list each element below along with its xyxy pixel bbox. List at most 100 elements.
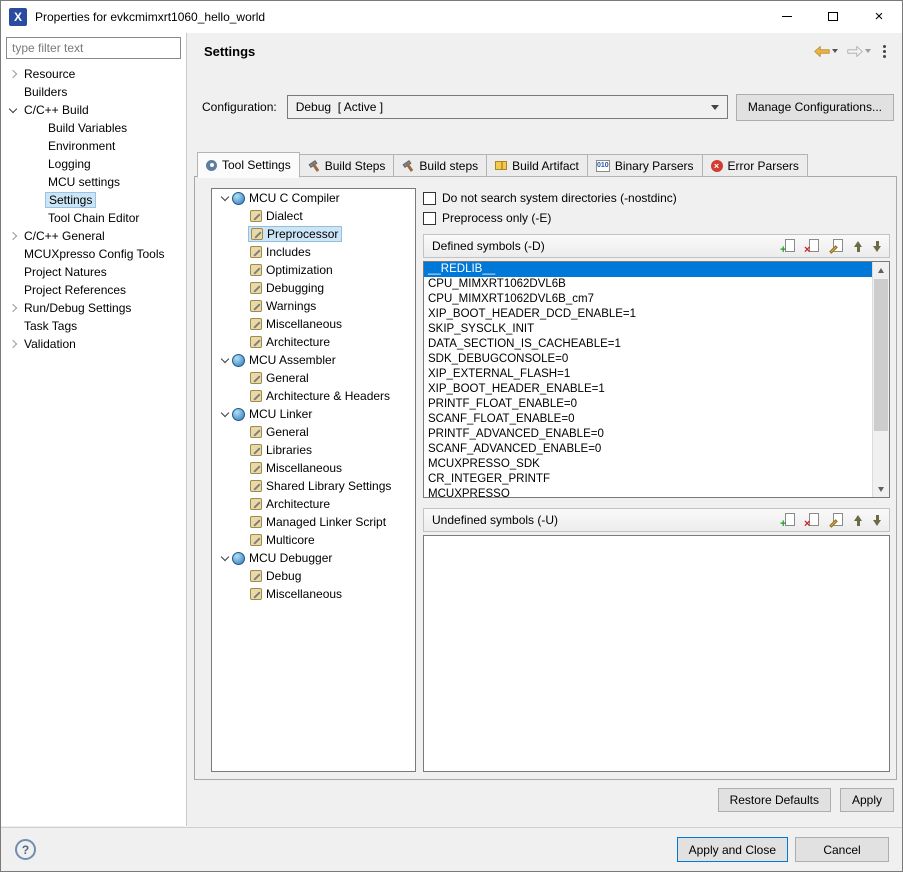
- tool-tree-item-architecture[interactable]: Architecture: [212, 333, 415, 351]
- tool-tree-item-debug[interactable]: Debug: [212, 567, 415, 585]
- tool-tree-item-preprocessor[interactable]: Preprocessor: [212, 225, 415, 243]
- sidebar-item-run-debug-settings[interactable]: Run/Debug Settings: [1, 299, 186, 317]
- tool-tree-item-debugger-miscellaneous[interactable]: Miscellaneous: [212, 585, 415, 603]
- apply-and-close-button[interactable]: Apply and Close: [677, 837, 788, 862]
- scrollbar-thumb[interactable]: [874, 279, 888, 431]
- tool-tree-item-multicore[interactable]: Multicore: [212, 531, 415, 549]
- add-symbol-icon[interactable]: +: [780, 512, 797, 528]
- sidebar-item-tool-chain-editor[interactable]: Tool Chain Editor: [1, 209, 186, 227]
- configuration-combo[interactable]: Debug [ Active ]: [287, 95, 728, 119]
- move-up-icon[interactable]: [852, 512, 864, 528]
- defined-symbol-row[interactable]: SKIP_SYSCLK_INIT: [424, 322, 872, 337]
- tab-error-parsers[interactable]: Error Parsers: [703, 154, 808, 177]
- defined-symbol-row[interactable]: CPU_MIMXRT1062DVL6B: [424, 277, 872, 292]
- defined-symbol-row[interactable]: CR_INTEGER_PRINTF: [424, 472, 872, 487]
- chevron-down-icon[interactable]: [218, 557, 232, 560]
- back-dropdown-icon[interactable]: [832, 49, 838, 53]
- chevron-right-icon[interactable]: [5, 233, 21, 239]
- tool-tree-item-libraries[interactable]: Libraries: [212, 441, 415, 459]
- filter-input[interactable]: [6, 37, 181, 59]
- chevron-right-icon[interactable]: [5, 71, 21, 77]
- chevron-down-icon[interactable]: [5, 109, 21, 112]
- tool-tree-item-debugging[interactable]: Debugging: [212, 279, 415, 297]
- manage-configurations-button[interactable]: Manage Configurations...: [736, 94, 894, 121]
- maximize-button[interactable]: [810, 1, 856, 32]
- chevron-down-icon[interactable]: [218, 413, 232, 416]
- edit-symbol-icon[interactable]: [828, 238, 845, 254]
- delete-symbol-icon[interactable]: ×: [804, 238, 821, 254]
- defined-symbol-row[interactable]: DATA_SECTION_IS_CACHEABLE=1: [424, 337, 872, 352]
- tool-tree-item-linker-general[interactable]: General: [212, 423, 415, 441]
- tool-tree-item-architecture-headers[interactable]: Architecture & Headers: [212, 387, 415, 405]
- chevron-right-icon[interactable]: [5, 341, 21, 347]
- help-icon[interactable]: ?: [15, 839, 36, 860]
- defined-symbol-row[interactable]: XIP_BOOT_HEADER_ENABLE=1: [424, 382, 872, 397]
- sidebar-item-builders[interactable]: Builders: [1, 83, 186, 101]
- preprocess-only-checkbox[interactable]: [423, 212, 436, 225]
- tool-tree-item-warnings[interactable]: Warnings: [212, 297, 415, 315]
- sidebar-item-task-tags[interactable]: Task Tags: [1, 317, 186, 335]
- sidebar-item-project-natures[interactable]: Project Natures: [1, 263, 186, 281]
- sidebar-item-resource[interactable]: Resource: [1, 65, 186, 83]
- back-button[interactable]: [811, 44, 841, 59]
- defined-symbol-row[interactable]: SCANF_ADVANCED_ENABLE=0: [424, 442, 872, 457]
- forward-dropdown-icon[interactable]: [865, 49, 871, 53]
- tool-tree-item-mcu-debugger[interactable]: MCU Debugger: [212, 549, 415, 567]
- sidebar-item-mcuxpresso-config-tools[interactable]: MCUXpresso Config Tools: [1, 245, 186, 263]
- sidebar-item-project-references[interactable]: Project References: [1, 281, 186, 299]
- tool-tree-item-mcu-assembler[interactable]: MCU Assembler: [212, 351, 415, 369]
- tool-tree-item-linker-miscellaneous[interactable]: Miscellaneous: [212, 459, 415, 477]
- tool-tree-item-linker-architecture[interactable]: Architecture: [212, 495, 415, 513]
- defined-symbol-row[interactable]: SCANF_FLOAT_ENABLE=0: [424, 412, 872, 427]
- view-menu-icon[interactable]: [877, 43, 892, 60]
- tab-build-steps[interactable]: Build Steps: [300, 154, 395, 177]
- chevron-right-icon[interactable]: [5, 305, 21, 311]
- tool-tree-item-optimization[interactable]: Optimization: [212, 261, 415, 279]
- scroll-up-icon[interactable]: [873, 262, 889, 278]
- sidebar-item-settings[interactable]: Settings: [1, 191, 186, 209]
- scroll-down-icon[interactable]: [873, 481, 889, 497]
- move-up-icon[interactable]: [852, 238, 864, 254]
- nostdinc-option[interactable]: Do not search system directories (-nostd…: [423, 188, 890, 208]
- tab-tool-settings[interactable]: Tool Settings: [197, 152, 300, 178]
- tool-tree-item-shared-library-settings[interactable]: Shared Library Settings: [212, 477, 415, 495]
- sidebar-item-build-variables[interactable]: Build Variables: [1, 119, 186, 137]
- sidebar-item-cpp-build[interactable]: C/C++ Build: [1, 101, 186, 119]
- tool-tree-item-managed-linker-script[interactable]: Managed Linker Script: [212, 513, 415, 531]
- tool-tree-item-includes[interactable]: Includes: [212, 243, 415, 261]
- sidebar-item-validation[interactable]: Validation: [1, 335, 186, 353]
- restore-defaults-button[interactable]: Restore Defaults: [718, 788, 831, 812]
- defined-symbols-list[interactable]: __REDLIB__ CPU_MIMXRT1062DVL6B CPU_MIMXR…: [423, 261, 890, 498]
- minimize-button[interactable]: [764, 1, 810, 32]
- preprocess-only-option[interactable]: Preprocess only (-E): [423, 208, 890, 228]
- move-down-icon[interactable]: [871, 238, 883, 254]
- tool-tree-item-general[interactable]: General: [212, 369, 415, 387]
- tool-tree-item-mcu-linker[interactable]: MCU Linker: [212, 405, 415, 423]
- apply-button[interactable]: Apply: [840, 788, 894, 812]
- defined-symbols-scrollbar[interactable]: [872, 262, 889, 497]
- forward-button[interactable]: [844, 44, 874, 59]
- close-button[interactable]: ×: [856, 1, 902, 32]
- defined-symbol-row[interactable]: PRINTF_ADVANCED_ENABLE=0: [424, 427, 872, 442]
- cancel-button[interactable]: Cancel: [795, 837, 889, 862]
- defined-symbol-row[interactable]: CPU_MIMXRT1062DVL6B_cm7: [424, 292, 872, 307]
- move-down-icon[interactable]: [871, 512, 883, 528]
- defined-symbol-row[interactable]: MCUXPRESSO_SDK: [424, 457, 872, 472]
- sidebar-item-environment[interactable]: Environment: [1, 137, 186, 155]
- tool-tree-item-miscellaneous[interactable]: Miscellaneous: [212, 315, 415, 333]
- chevron-down-icon[interactable]: [218, 197, 232, 200]
- chevron-down-icon[interactable]: [218, 359, 232, 362]
- sidebar-item-cpp-general[interactable]: C/C++ General: [1, 227, 186, 245]
- sidebar-item-logging[interactable]: Logging: [1, 155, 186, 173]
- tab-binary-parsers[interactable]: Binary Parsers: [588, 154, 703, 177]
- titlebar[interactable]: X Properties for evkcmimxrt1060_hello_wo…: [1, 1, 902, 33]
- defined-symbol-row[interactable]: PRINTF_FLOAT_ENABLE=0: [424, 397, 872, 412]
- defined-symbol-row[interactable]: MCUXPRESSO: [424, 487, 872, 498]
- tool-tree-item-dialect[interactable]: Dialect: [212, 207, 415, 225]
- add-symbol-icon[interactable]: +: [780, 238, 797, 254]
- defined-symbol-row[interactable]: __REDLIB__: [424, 262, 872, 277]
- tool-tree-item-mcu-c-compiler[interactable]: MCU C Compiler: [212, 189, 415, 207]
- delete-symbol-icon[interactable]: ×: [804, 512, 821, 528]
- defined-symbol-row[interactable]: SDK_DEBUGCONSOLE=0: [424, 352, 872, 367]
- nostdinc-checkbox[interactable]: [423, 192, 436, 205]
